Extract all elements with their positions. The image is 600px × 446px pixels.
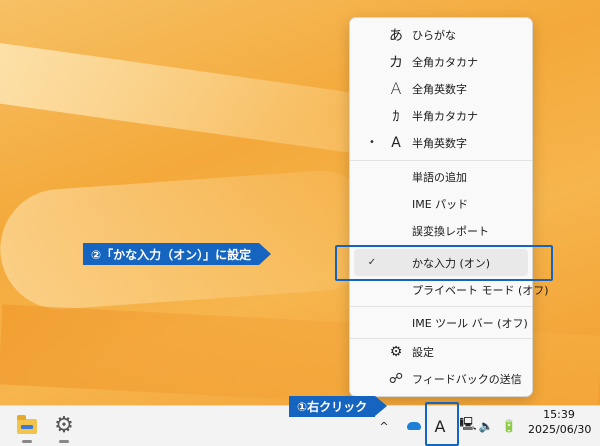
ime-indicator-highlight-box [425, 402, 459, 446]
halfwidth-alpha-icon: A [391, 134, 401, 151]
menu-item-label: プライベート モード (オフ) [412, 283, 549, 297]
taskbar-clock[interactable]: 15:39 2025/06/30 [528, 407, 592, 437]
menu-item-label: 半角カタカナ [412, 109, 478, 123]
kana-input-highlight-box [335, 245, 553, 281]
menu-item-label: 設定 [412, 345, 434, 359]
menu-item-label: 単語の追加 [412, 170, 467, 184]
hiragana-icon: あ [389, 27, 403, 44]
cloud-icon [407, 422, 421, 430]
settings-app-button[interactable]: ⚙ [51, 413, 77, 443]
battery-tray-button[interactable]: 🔋 [500, 406, 518, 446]
selected-dot-icon: • [369, 137, 375, 148]
ime-context-menu: あ ひらがな カ 全角カタカナ A 全角英数字 ｶ 半角カタカナ • A 半角英… [349, 17, 549, 397]
step1-label: ①右クリック [289, 396, 388, 417]
menu-item-label: IME パッド [412, 197, 469, 211]
menu-item-label: 半角英数字 [412, 136, 467, 150]
running-indicator [59, 440, 69, 443]
menu-item-label: 全角カタカナ [412, 55, 478, 69]
menu-item-ime-pad[interactable]: IME パッド [354, 190, 528, 217]
menu-item-zenkaku-katakana[interactable]: カ 全角カタカナ [354, 48, 528, 75]
network-tray-button[interactable]: 🖳 [459, 406, 477, 446]
menu-item-label: フィードバックの送信 [412, 372, 522, 386]
running-indicator [22, 440, 32, 443]
wallpaper-band [0, 166, 384, 314]
fullwidth-alpha-icon: A [390, 79, 402, 98]
menu-item-label: 全角英数字 [412, 82, 467, 96]
menu-item-label: IME ツール バー (オフ) [412, 316, 528, 330]
network-icon: 🖳 [459, 417, 477, 432]
menu-item-ime-toolbar[interactable]: IME ツール バー (オフ) [354, 309, 528, 336]
katakana-icon: カ [389, 54, 403, 71]
file-explorer-button[interactable] [14, 413, 40, 443]
onedrive-tray-button[interactable] [405, 406, 423, 446]
feedback-icon: ☍ [388, 370, 404, 387]
gear-icon: ⚙ [389, 343, 403, 360]
battery-charging-icon: 🔋 [501, 419, 517, 433]
menu-item-hiragana[interactable]: あ ひらがな [354, 21, 528, 48]
menu-item-conversion-report[interactable]: 誤変換レポート [354, 217, 528, 244]
menu-item-add-word[interactable]: 単語の追加 [354, 163, 528, 190]
halfwidth-katakana-icon: ｶ [392, 108, 400, 125]
menu-item-feedback[interactable]: ☍ フィードバックの送信 [354, 365, 528, 392]
step2-label: ②「かな入力（オン）」に設定 [83, 243, 272, 265]
menu-item-hankaku-katakana[interactable]: ｶ 半角カタカナ [354, 102, 528, 129]
menu-item-zenkaku-eisu[interactable]: A 全角英数字 [354, 75, 528, 102]
menu-item-hankaku-eisu[interactable]: • A 半角英数字 [354, 129, 528, 156]
menu-item-label: 誤変換レポート [412, 224, 489, 238]
menu-item-label: ひらがな [412, 28, 456, 42]
clock-time: 15:39 [543, 408, 575, 421]
gear-icon: ⚙ [54, 413, 74, 438]
speaker-icon: 🔈 [478, 419, 494, 433]
volume-tray-button[interactable]: 🔈 [478, 406, 494, 446]
clock-date: 2025/06/30 [528, 423, 592, 436]
menu-separator [350, 160, 532, 161]
menu-item-settings[interactable]: ⚙ 設定 [354, 338, 528, 365]
folder-icon [17, 414, 37, 434]
menu-separator [350, 306, 532, 307]
